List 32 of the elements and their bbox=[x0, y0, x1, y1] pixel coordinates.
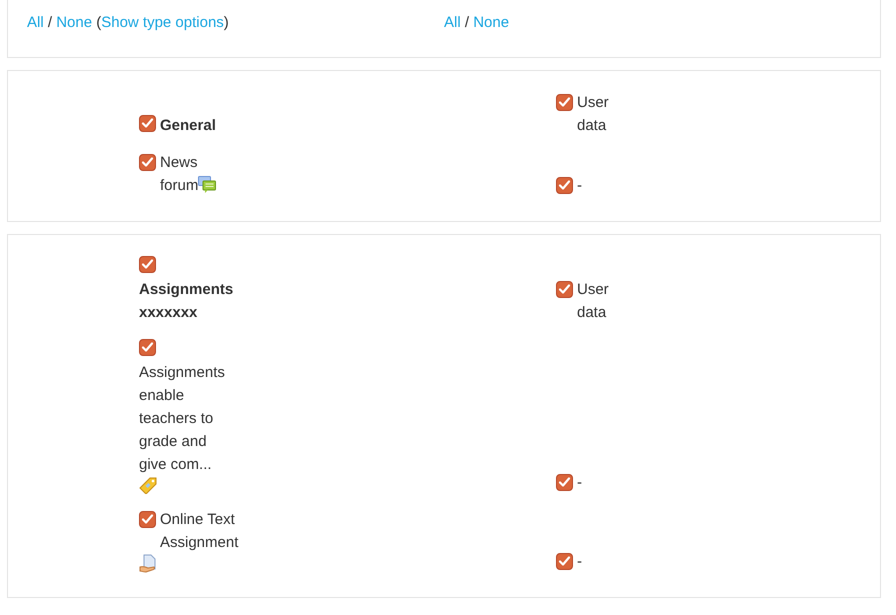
select-link[interactable]: None bbox=[473, 14, 510, 31]
activity-name: News forum bbox=[160, 154, 198, 194]
select-link[interactable]: All bbox=[27, 14, 44, 31]
select-link[interactable]: Show type options bbox=[101, 14, 224, 31]
section-title: Assignments xxxxxxx bbox=[139, 281, 234, 321]
checkbox[interactable] bbox=[556, 553, 573, 570]
checkbox[interactable] bbox=[139, 511, 156, 528]
activity-description: Assignments enable teachers to grade and give com... bbox=[139, 364, 225, 473]
checkbox[interactable] bbox=[556, 94, 573, 111]
separator-text: / bbox=[464, 14, 470, 31]
option-label: - bbox=[577, 176, 582, 196]
document-hand-icon bbox=[139, 554, 157, 573]
chat-bubbles-icon bbox=[198, 176, 216, 193]
tag-icon bbox=[139, 476, 157, 494]
select-link[interactable]: All bbox=[444, 14, 461, 31]
checkbox[interactable] bbox=[139, 154, 156, 171]
select-link[interactable]: None bbox=[56, 14, 92, 31]
section-title: General bbox=[160, 117, 216, 134]
checkbox[interactable] bbox=[556, 281, 573, 298]
checkbox[interactable] bbox=[556, 474, 573, 491]
checkbox[interactable] bbox=[556, 177, 573, 194]
separator-text: ( bbox=[95, 14, 102, 31]
option-label: User data bbox=[577, 93, 610, 136]
activity-name: Online Text Assignment bbox=[160, 510, 238, 553]
separator-text: ) bbox=[224, 14, 229, 31]
option-label: User data bbox=[577, 280, 610, 323]
option-label: - bbox=[577, 552, 582, 572]
checkbox[interactable] bbox=[139, 115, 156, 132]
checkbox[interactable] bbox=[139, 339, 156, 356]
checkbox[interactable] bbox=[139, 256, 156, 273]
separator-text: / bbox=[46, 14, 54, 31]
option-label: - bbox=[577, 473, 582, 493]
